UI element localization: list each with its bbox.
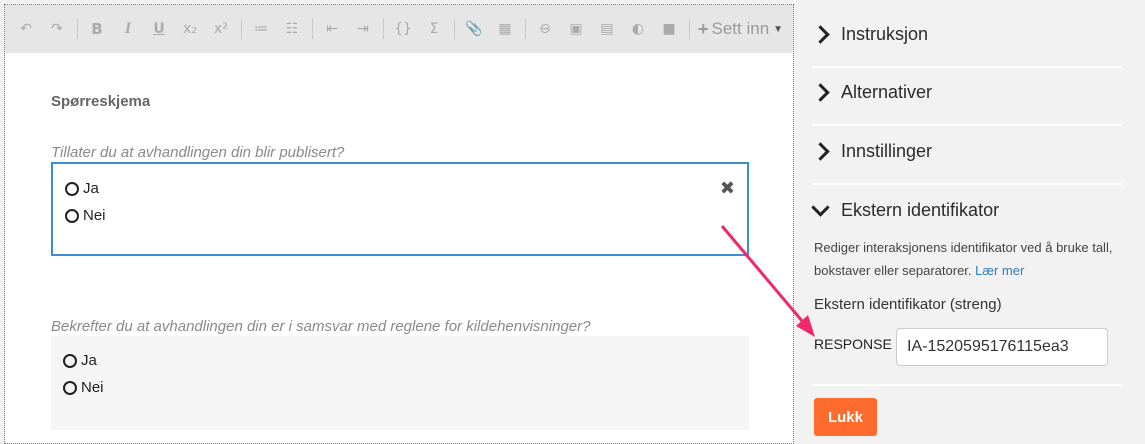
divider: [812, 124, 1122, 126]
description-text: Rediger interaksjonens identifikator ved…: [814, 240, 1113, 278]
pdf-icon[interactable]: ▤: [596, 18, 618, 40]
audio-icon[interactable]: ◐: [627, 18, 649, 40]
chevron-right-icon: [811, 25, 830, 44]
superscript-button[interactable]: x²: [210, 18, 232, 40]
divider: [812, 66, 1122, 68]
question-1-label[interactable]: Tillater du at avhandlingen din blir pub…: [51, 144, 344, 161]
choice-option[interactable]: Ja: [65, 180, 99, 197]
question-1-choices[interactable]: Ja Nei ✖: [51, 162, 749, 256]
question-2-choices[interactable]: Ja Nei: [51, 336, 749, 430]
editor-toolbar: ↶ ↷ B I U x₂ x² ≔ ☷ ⇤ ⇥ {} Σ 📎 ▦ ⊖ ▣ ▤ ◐…: [5, 5, 793, 53]
radio-icon: [65, 208, 79, 223]
panel-item-label: Instruksjon: [841, 24, 929, 44]
attachment-icon[interactable]: 📎: [463, 18, 485, 40]
chevron-down-icon: [811, 198, 830, 217]
redo-icon[interactable]: ↷: [46, 18, 68, 40]
video-icon[interactable]: ■: [658, 18, 680, 40]
learn-more-link[interactable]: Lær mer: [975, 263, 1024, 278]
toolbar-divider: [383, 19, 384, 39]
panel-item-ekstern-identifikator[interactable]: Ekstern identifikator: [811, 198, 1120, 221]
table-icon[interactable]: ▦: [494, 18, 516, 40]
choice-option[interactable]: Ja: [63, 352, 97, 369]
panel-description: Rediger interaksjonens identifikator ved…: [814, 236, 1124, 282]
toolbar-divider: [312, 19, 313, 39]
radio-icon: [63, 380, 77, 395]
panel-item-label: Alternativer: [841, 82, 933, 102]
image-icon[interactable]: ▣: [565, 18, 587, 40]
toolbar-divider: [454, 19, 455, 39]
underline-button[interactable]: U: [148, 18, 170, 40]
outdent-icon[interactable]: ⇤: [321, 18, 343, 40]
close-button[interactable]: Lukk: [814, 398, 877, 436]
panel-item-innstillinger[interactable]: Innstillinger: [811, 141, 1120, 162]
indent-icon[interactable]: ⇥: [352, 18, 374, 40]
divider: [812, 183, 1122, 185]
plus-icon: +: [698, 18, 709, 39]
toolbar-divider: [241, 19, 242, 39]
toolbar-divider: [525, 19, 526, 39]
choice-option[interactable]: Nei: [63, 379, 104, 396]
code-icon[interactable]: {}: [392, 18, 414, 40]
subscript-button[interactable]: x₂: [179, 18, 201, 40]
panel-item-alternativer[interactable]: Alternativer: [811, 82, 1120, 103]
link-icon[interactable]: ⊖: [534, 18, 556, 40]
bold-button[interactable]: B: [86, 18, 108, 40]
unordered-list-icon[interactable]: ☷: [281, 18, 303, 40]
properties-panel: Instruksjon Alternativer Innstillinger E…: [794, 0, 1145, 439]
toolbar-divider: [689, 19, 690, 39]
chevron-right-icon: [811, 83, 830, 102]
ordered-list-icon[interactable]: ≔: [250, 18, 272, 40]
math-icon[interactable]: Σ: [423, 18, 445, 40]
chevron-right-icon: [811, 142, 830, 161]
item-editor: ↶ ↷ B I U x₂ x² ≔ ☷ ⇤ ⇥ {} Σ 📎 ▦ ⊖ ▣ ▤ ◐…: [4, 4, 794, 444]
toolbar-divider: [77, 19, 78, 39]
choice-label: Ja: [81, 352, 97, 369]
panel-item-label: Innstillinger: [841, 141, 933, 161]
caret-down-icon: ▼: [773, 23, 784, 35]
divider: [812, 384, 1122, 386]
insert-menu-label: Sett inn: [711, 19, 770, 38]
choice-option[interactable]: Nei: [65, 207, 106, 224]
identifier-input[interactable]: IA-1520595176115ea3: [896, 328, 1108, 366]
choice-label: Nei: [83, 207, 106, 224]
choice-label: Nei: [81, 379, 104, 396]
choice-label: Ja: [83, 180, 99, 197]
response-label: RESPONSE: [814, 336, 892, 352]
panel-item-instruksjon[interactable]: Instruksjon: [811, 24, 1120, 45]
italic-button[interactable]: I: [117, 18, 139, 40]
radio-icon: [63, 353, 77, 368]
insert-menu[interactable]: + Sett inn ▼: [698, 19, 783, 40]
question-2-label[interactable]: Bekrefter du at avhandlingen din er i sa…: [51, 318, 590, 335]
section-title: Spørreskjema: [51, 93, 151, 110]
panel-item-label: Ekstern identifikator: [841, 200, 1000, 220]
identifier-sub-label: Ekstern identifikator (streng): [814, 296, 1002, 313]
radio-icon: [65, 181, 79, 196]
delete-icon[interactable]: ✖: [720, 178, 735, 199]
undo-icon[interactable]: ↶: [15, 18, 37, 40]
